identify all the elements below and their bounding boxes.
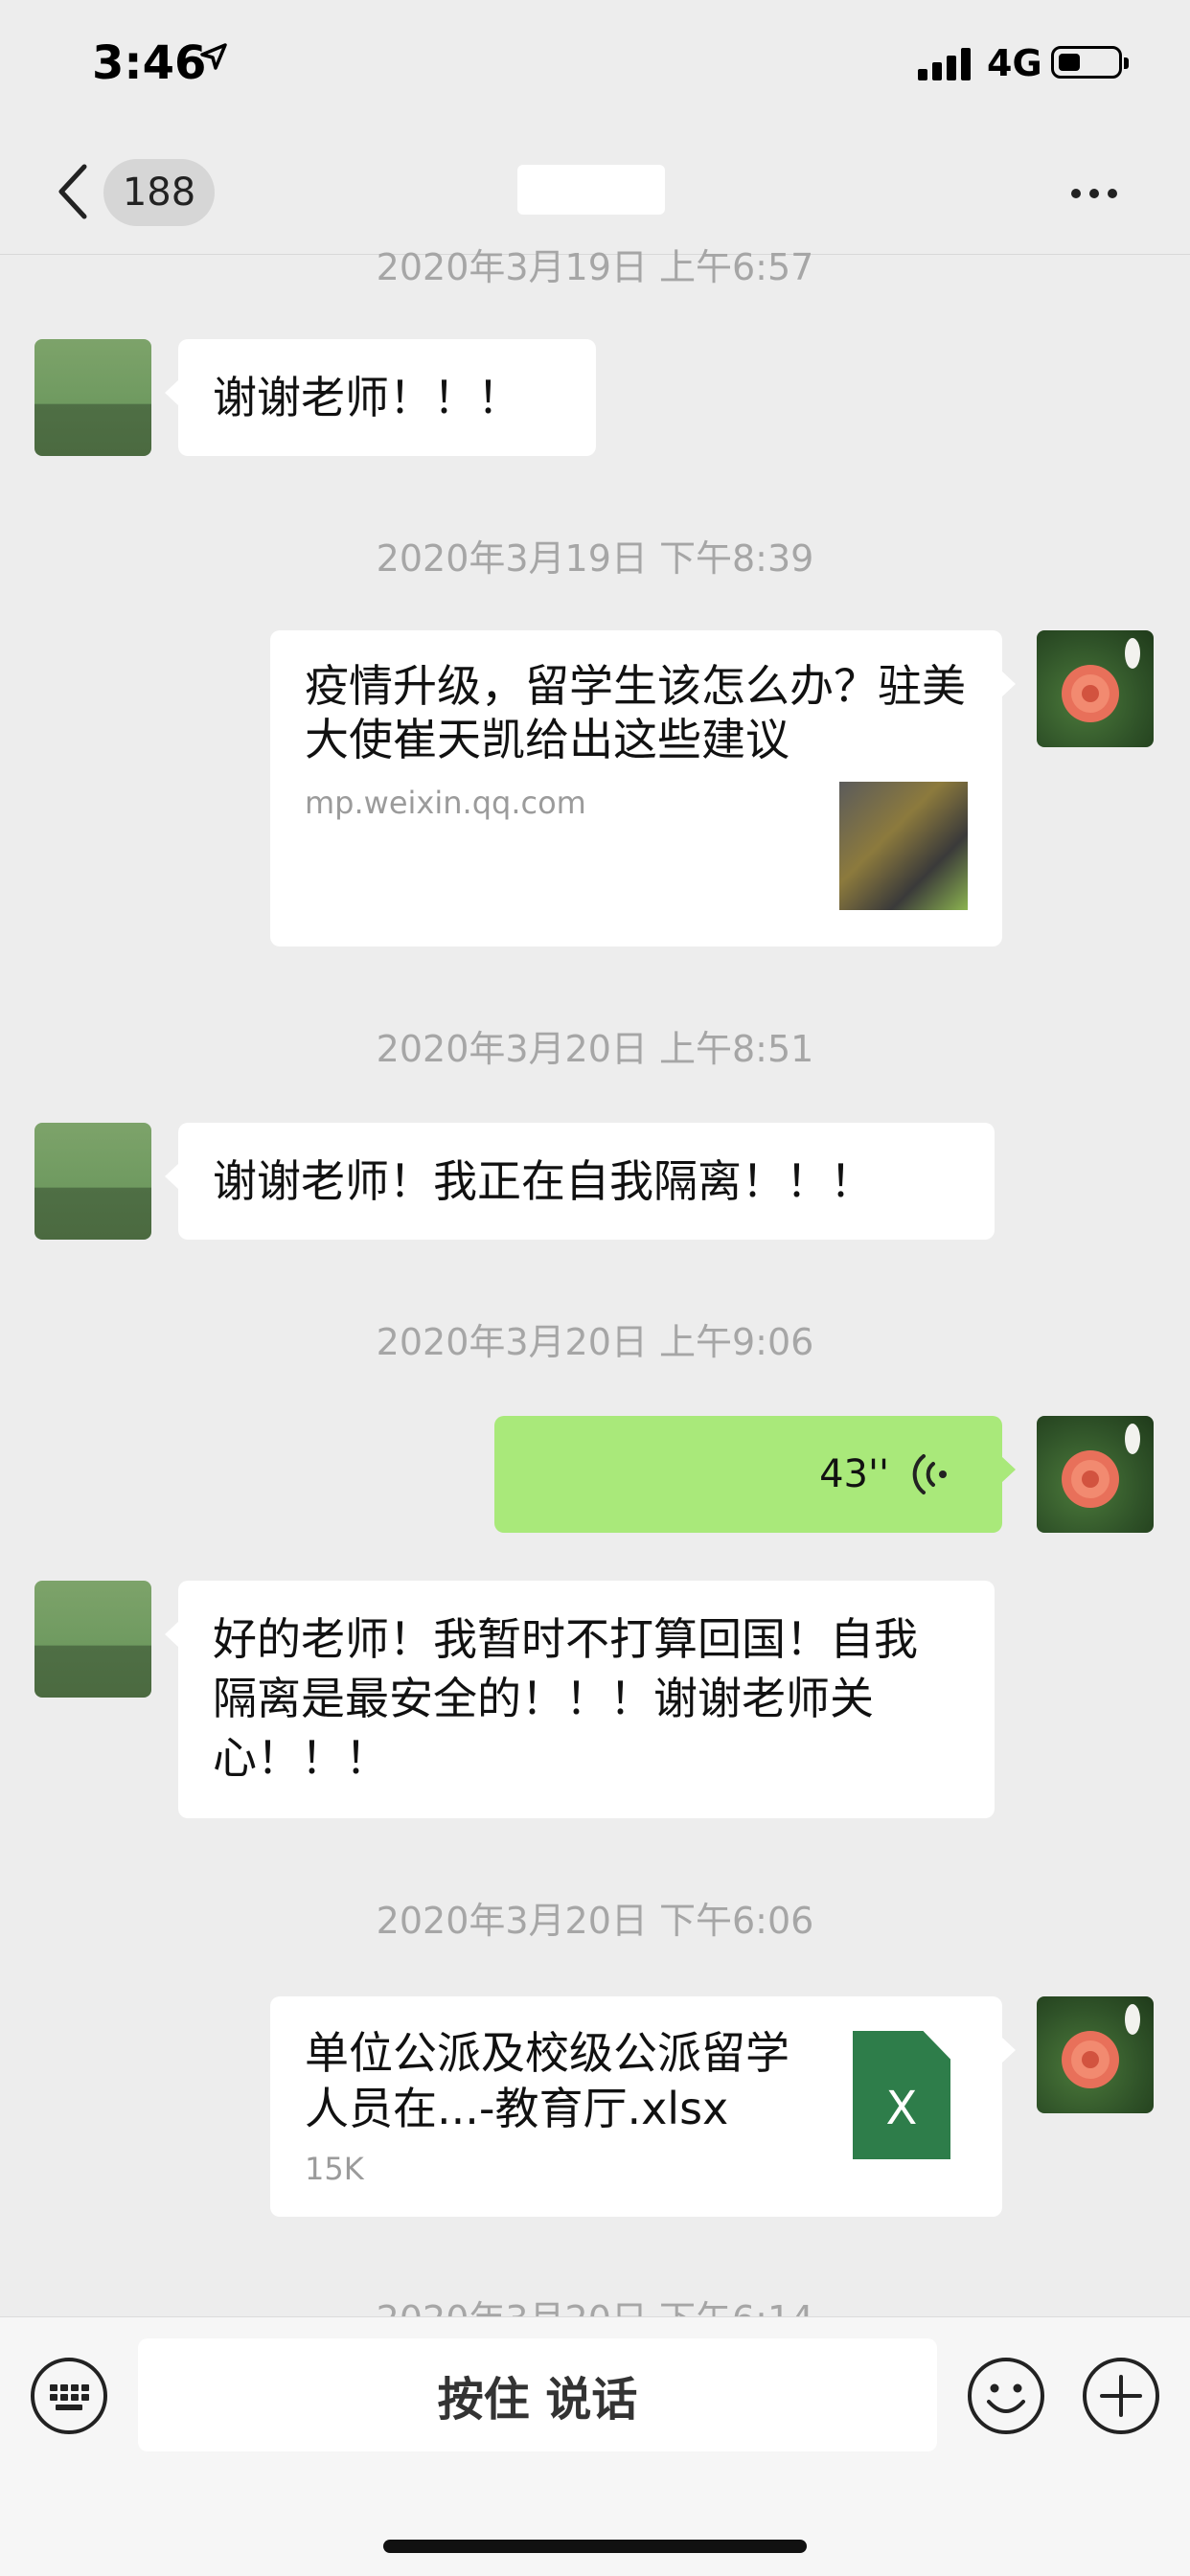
- link-thumbnail: [839, 782, 968, 910]
- message-timestamp: 2020年3月20日 上午8:51: [376, 1028, 814, 1070]
- my-avatar[interactable]: [1037, 630, 1154, 747]
- message-text: 谢谢老师！！！: [213, 372, 521, 423]
- message-bubble[interactable]: 谢谢老师！！！: [165, 339, 596, 456]
- network-type: 4G: [987, 42, 1042, 84]
- message-text: 谢谢老师！我正在自我隔离！！！: [213, 1155, 874, 1207]
- voice-wave-icon: [912, 1454, 947, 1494]
- hold-to-talk-button[interactable]: 按住 说话: [138, 2338, 937, 2451]
- rose-icon: [1062, 638, 1140, 722]
- unread-count-badge[interactable]: 188: [103, 159, 215, 226]
- my-avatar[interactable]: [1037, 1996, 1154, 2113]
- status-time: 3:46: [92, 36, 207, 90]
- message-timestamp: 2020年3月19日 下午8:39: [376, 537, 814, 580]
- rose-icon: [1062, 2004, 1140, 2088]
- file-name: 单位公派及校级公派留学人员在...-教育厅.xlsx: [305, 2027, 790, 2134]
- plus-icon[interactable]: [1081, 2356, 1161, 2436]
- contact-avatar[interactable]: [34, 1581, 151, 1698]
- message-bubble[interactable]: 好的老师！我暂时不打算回国！自我隔离是最安全的！！！谢谢老师关心！！！: [165, 1581, 995, 1818]
- contact-avatar[interactable]: [34, 1123, 151, 1240]
- voice-message[interactable]: 43'': [494, 1416, 1016, 1533]
- voice-duration: 43'': [819, 1452, 889, 1496]
- message-bubble[interactable]: 谢谢老师！我正在自我隔离！！！: [165, 1123, 995, 1240]
- rose-icon: [1062, 1424, 1140, 1508]
- signal-icon: [918, 48, 971, 80]
- status-bar: 3:46 4G: [0, 0, 1190, 125]
- message-timestamp: 2020年3月20日 下午6:06: [376, 1900, 814, 1942]
- my-avatar[interactable]: [1037, 1416, 1154, 1533]
- link-domain: mp.weixin.qq.com: [305, 785, 586, 821]
- message-timestamp: 2020年3月20日 上午9:06: [376, 1321, 814, 1363]
- nav-bar: 188: [0, 125, 1190, 255]
- chevron-left-icon[interactable]: [56, 163, 90, 220]
- keyboard-icon[interactable]: [29, 2356, 109, 2436]
- link-card-message[interactable]: 疫情升级，留学生该怎么办？驻美大使崔天凯给出这些建议 mp.weixin.qq.…: [270, 630, 1016, 946]
- message-text: 好的老师！我暂时不打算回国！自我隔离是最安全的！！！谢谢老师关心！！！: [213, 1613, 918, 1784]
- battery-icon: [1051, 46, 1129, 79]
- contact-avatar[interactable]: [34, 339, 151, 456]
- location-arrow-icon: [200, 43, 227, 70]
- home-indicator: [383, 2540, 807, 2553]
- message-timestamp: 2020年3月19日 上午6:57: [376, 246, 814, 288]
- link-title: 疫情升级，留学生该怎么办？驻美大使崔天凯给出这些建议: [305, 660, 966, 765]
- chat-title: [517, 165, 665, 215]
- more-horizontal-icon[interactable]: [1071, 184, 1126, 202]
- input-bar: 按住 说话: [0, 2316, 1190, 2576]
- excel-file-icon: X: [853, 2031, 950, 2159]
- file-message[interactable]: 单位公派及校级公派留学人员在...-教育厅.xlsx 15K X: [270, 1996, 1016, 2217]
- emoji-icon[interactable]: [966, 2356, 1046, 2436]
- file-size: 15K: [305, 2151, 364, 2187]
